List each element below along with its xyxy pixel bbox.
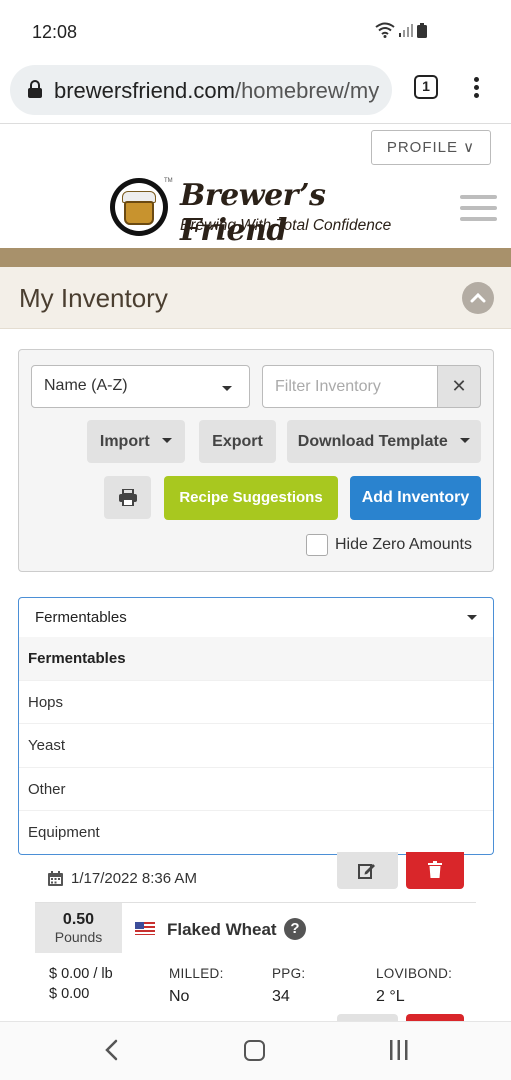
category-dropdown-menu: Fermentables Hops Yeast Other Equipment <box>18 637 494 855</box>
clear-filter-button[interactable]: ✕ <box>437 365 481 408</box>
hamburger-menu-icon[interactable] <box>460 195 497 228</box>
system-nav-bar <box>0 1021 511 1080</box>
item-price-per-unit: $ 0.00 / lb <box>49 966 113 982</box>
item-name[interactable]: Flaked Wheat <box>167 920 277 940</box>
hide-zero-label: Hide Zero Amounts <box>335 536 472 553</box>
url-path: /homebrew/my <box>234 78 380 103</box>
help-icon[interactable]: ? <box>284 918 306 940</box>
caret-down-icon <box>460 438 471 443</box>
browser-toolbar: brewersfriend.com/homebrew/my 1 <box>0 62 511 124</box>
browser-menu-icon[interactable] <box>466 74 486 104</box>
item-unit: Pounds <box>54 929 103 945</box>
export-button[interactable]: Export <box>199 420 276 463</box>
import-button[interactable]: Import <box>87 420 185 463</box>
sort-select[interactable]: Name (A-Z) <box>31 365 250 408</box>
inventory-controls-panel: Name (A-Z) ✕ Import Export Download Temp… <box>18 349 494 572</box>
chevron-up-icon <box>470 292 486 303</box>
status-bar: 12:08 <box>0 0 511 62</box>
logo-mug-icon <box>110 178 168 236</box>
ppg-label: PPG: <box>272 966 306 981</box>
brand-name: Brewer’s Friend <box>180 178 326 248</box>
add-inventory-button[interactable]: Add Inventory <box>350 476 481 520</box>
page-title: My Inventory <box>19 283 168 313</box>
milled-label: MILLED: <box>169 966 224 981</box>
category-select[interactable]: Fermentables <box>18 597 494 638</box>
milled-value: No <box>169 988 190 1005</box>
caret-down-icon <box>162 438 173 443</box>
category-option-hops[interactable]: Hops <box>19 681 493 725</box>
category-option-yeast[interactable]: Yeast <box>19 724 493 768</box>
edit-icon <box>358 864 375 879</box>
brand-tagline: Brewing With Total Confidence <box>180 217 392 234</box>
item-date: 1/17/2022 8:36 AM <box>71 870 197 887</box>
import-label: Import <box>99 433 150 450</box>
header-divider-band <box>0 248 511 267</box>
page-title-band: My Inventory <box>0 267 511 329</box>
item-price-total: $ 0.00 <box>49 986 90 1002</box>
item-date-row: 1/17/2022 8:36 AM <box>48 870 197 887</box>
category-option-equipment[interactable]: Equipment <box>19 811 493 854</box>
caret-down-icon <box>222 386 232 391</box>
wifi-icon <box>375 22 395 38</box>
status-icons <box>375 22 427 38</box>
signal-icon <box>399 24 413 37</box>
url-domain: brewersfriend.com <box>54 78 235 103</box>
status-time: 12:08 <box>32 22 78 42</box>
item-amount-box[interactable]: 0.50 Pounds <box>35 903 122 953</box>
profile-button[interactable]: PROFILE ∨ <box>371 130 491 165</box>
collapse-button[interactable] <box>462 282 494 314</box>
home-icon[interactable] <box>244 1040 265 1061</box>
recipe-suggestions-button[interactable]: Recipe Suggestions <box>164 476 338 520</box>
printer-icon <box>118 488 137 507</box>
calendar-icon <box>48 871 63 886</box>
trash-icon <box>428 861 442 878</box>
category-select-value: Fermentables <box>35 609 127 626</box>
lock-icon <box>28 80 42 98</box>
download-template-button[interactable]: Download Template <box>287 420 481 463</box>
download-template-label: Download Template <box>297 433 448 450</box>
category-option-fermentables[interactable]: Fermentables <box>19 637 493 681</box>
trademark-mark: TM <box>164 178 173 184</box>
sort-select-value: Name (A-Z) <box>44 377 128 394</box>
back-icon[interactable] <box>103 1039 119 1061</box>
print-button[interactable] <box>104 476 151 519</box>
battery-icon <box>417 22 427 38</box>
url-text: brewersfriend.com/homebrew/my <box>54 78 379 104</box>
filter-inventory-input[interactable] <box>262 365 438 408</box>
hide-zero-checkbox[interactable] <box>306 534 328 556</box>
recents-icon[interactable] <box>389 1040 409 1060</box>
site-logo[interactable]: TM Brewer’s Friend Brewing With Total Co… <box>110 178 420 248</box>
item-amount: 0.50 <box>62 911 95 928</box>
ppg-value: 34 <box>272 988 290 1005</box>
caret-down-icon <box>467 615 477 620</box>
address-bar[interactable]: brewersfriend.com/homebrew/my <box>10 65 392 115</box>
tab-switcher-button[interactable]: 1 <box>414 75 438 99</box>
edit-item-button[interactable] <box>337 852 398 889</box>
category-option-other[interactable]: Other <box>19 768 493 812</box>
lovibond-label: LOVIBOND: <box>376 966 453 981</box>
us-flag-icon <box>135 922 155 935</box>
lovibond-value: 2 °L <box>376 988 405 1005</box>
delete-item-button[interactable] <box>406 852 464 889</box>
